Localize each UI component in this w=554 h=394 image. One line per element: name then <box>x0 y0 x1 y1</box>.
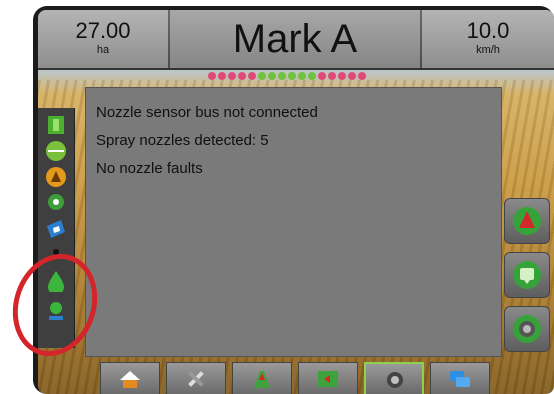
boom-section-led <box>288 72 296 80</box>
vehicle-view-icon <box>254 371 270 388</box>
boom-section-led <box>318 72 326 80</box>
boom-section-led <box>268 72 276 80</box>
bottom-toolbar <box>100 362 490 394</box>
multiscreen-button[interactable] <box>430 362 490 394</box>
home-icon <box>120 371 140 388</box>
boom-section-led <box>308 72 316 80</box>
nozzle-sensor-icon <box>49 302 63 320</box>
boom-section-led <box>228 72 236 80</box>
boom-section-led <box>218 72 226 80</box>
boom-section-icon <box>48 116 64 134</box>
multiscreen-icon <box>450 371 470 387</box>
gps-status-icon <box>48 194 64 210</box>
boom-section-led <box>208 72 216 80</box>
area-readout[interactable]: 27.00 ha <box>38 10 168 68</box>
camera-view-icon <box>387 372 403 388</box>
speed-value: 10.0 <box>466 18 510 43</box>
vehicle-view-button[interactable] <box>232 362 292 394</box>
display-screen: 27.00 ha Mark A 10.0 km/h Nozzle sensor … <box>38 10 554 394</box>
separator-icon <box>53 249 59 255</box>
boom-section-led <box>358 72 366 80</box>
field-view-button[interactable] <box>298 362 358 394</box>
field-view-icon <box>318 371 338 387</box>
camera-view-button[interactable] <box>364 362 424 394</box>
boom-section-led <box>338 72 346 80</box>
guidance-button[interactable] <box>504 252 550 298</box>
header-bar: 27.00 ha Mark A 10.0 km/h <box>38 10 554 70</box>
job-title: Mark A <box>232 17 358 61</box>
nozzle-status-dialog[interactable]: Nozzle sensor bus not connected Spray no… <box>85 87 502 357</box>
nozzle-drop-icon <box>48 271 64 292</box>
speed-readout[interactable]: 10.0 km/h <box>422 10 554 68</box>
boom-section-led <box>258 72 266 80</box>
navigation-button[interactable] <box>504 198 550 244</box>
boom-section-led <box>278 72 286 80</box>
nozzle-bus-message: Nozzle sensor bus not connected <box>96 104 318 121</box>
area-value: 27.00 <box>75 18 131 43</box>
boom-section-led <box>328 72 336 80</box>
tilt-sensor-icon <box>47 220 65 238</box>
status-icon-panel[interactable] <box>38 108 75 348</box>
speed-unit: km/h <box>476 44 500 56</box>
navigation-arrow-icon <box>513 207 541 235</box>
home-button[interactable] <box>100 362 160 394</box>
guidance-screen-icon <box>513 261 541 289</box>
green-lines-icon <box>46 141 66 161</box>
tools-icon <box>188 371 204 387</box>
area-unit: ha <box>96 44 110 56</box>
boom-section-status-bar <box>208 72 398 82</box>
boom-section-led <box>238 72 246 80</box>
boom-section-led <box>348 72 356 80</box>
nozzle-faults-message: No nozzle faults <box>96 160 203 177</box>
nozzles-detected-message: Spray nozzles detected: 5 <box>96 132 269 149</box>
boom-section-led <box>298 72 306 80</box>
tools-button[interactable] <box>166 362 226 394</box>
camera-button[interactable] <box>504 306 550 352</box>
camera-icon <box>513 315 541 343</box>
boom-section-led <box>248 72 256 80</box>
job-title-bar[interactable]: Mark A <box>170 10 420 68</box>
steering-status-icon <box>46 167 66 187</box>
